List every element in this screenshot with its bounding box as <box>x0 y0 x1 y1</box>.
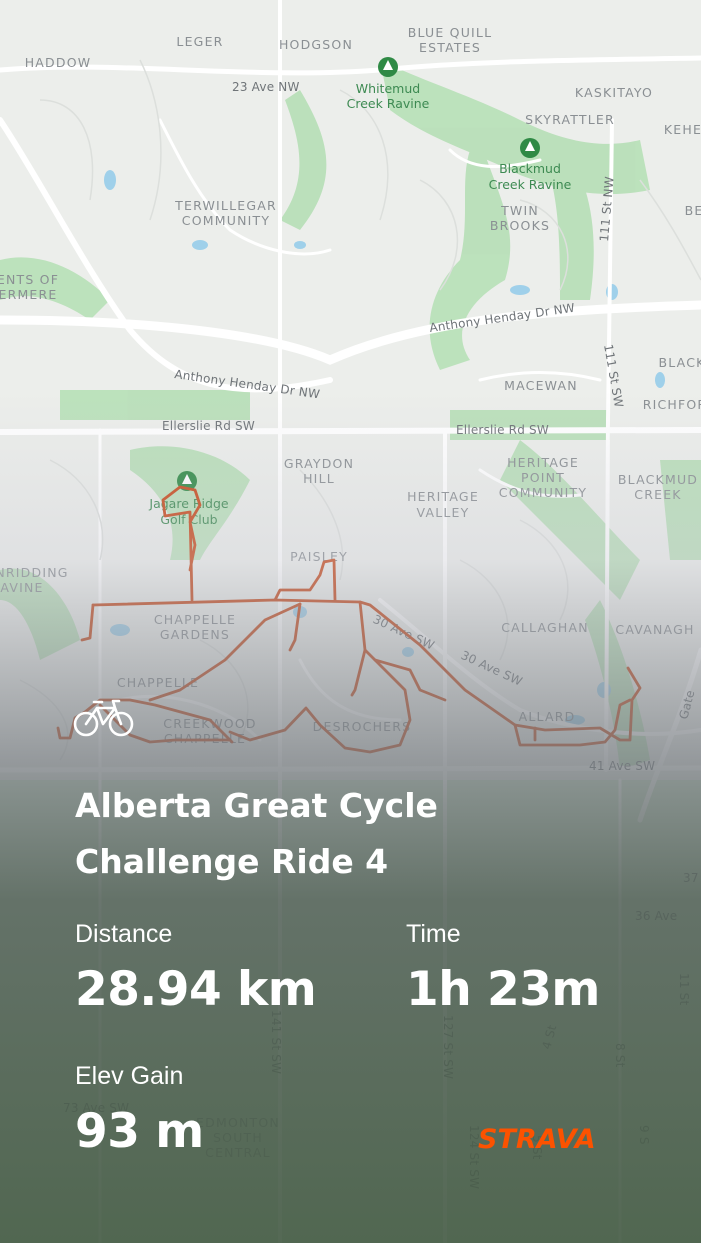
map-label: EDMONTON <box>196 1115 280 1130</box>
time-value: 1h 23m <box>406 962 600 1017</box>
road-label: 11 St <box>677 973 691 1006</box>
map-label: AVINE <box>0 580 43 595</box>
activity-title-line2: Challenge Ride 4 <box>75 842 389 881</box>
map-label: CENTRAL <box>205 1145 271 1160</box>
map-label: MACEWAN <box>504 378 578 393</box>
map-label: POINT <box>521 470 565 485</box>
map-label: COMMUNITY <box>182 213 270 228</box>
map-label: BLACK <box>658 355 701 370</box>
elev-gain-label: Elev Gain <box>75 1062 184 1090</box>
park-label: Blackmud <box>499 161 561 176</box>
map-label: HADDOW <box>25 55 92 70</box>
map-label: HERITAGE <box>507 455 579 470</box>
map-label: ERMERE <box>0 287 58 302</box>
park-label: Creek Ravine <box>489 177 572 192</box>
road-label: 8 St <box>613 1043 627 1068</box>
map-label: SOUTH <box>213 1130 263 1145</box>
map-label: ENTS OF <box>0 272 59 287</box>
road-label: Ellerslie Rd SW <box>456 423 549 437</box>
elev-gain-value: 93 m <box>75 1104 204 1159</box>
park-label: Jagare Ridge <box>148 496 228 511</box>
map-label: SKYRATTLER <box>525 112 615 127</box>
map-label: ESTATES <box>419 40 481 55</box>
map-label: CHAPPELLE <box>154 612 236 627</box>
park-label: Creek Ravine <box>347 96 430 111</box>
time-label: Time <box>406 920 461 948</box>
map-label: ALLARD <box>519 709 576 724</box>
map-label: BLUE QUILL <box>408 25 493 40</box>
map-label: RICHFOR <box>643 397 701 412</box>
route-map: LEGER HODGSON BLUE QUILL ESTATES HADDOW … <box>0 0 701 1243</box>
map-label: TWIN <box>500 203 539 218</box>
map-label: TERWILLEGAR <box>174 198 277 213</box>
map-label: VALLEY <box>417 505 470 520</box>
road-label: 127 St SW <box>441 1015 455 1079</box>
map-label: HODGSON <box>279 37 353 52</box>
activity-title-line1: Alberta Great Cycle <box>75 786 438 825</box>
map-label: NRIDDING <box>0 565 69 580</box>
activity-title: Alberta Great Cycle Challenge Ride 4 <box>75 778 635 890</box>
road-label: 41 Ave SW <box>589 759 655 773</box>
distance-value: 28.94 km <box>75 962 317 1017</box>
road-label: 23 Ave NW <box>232 80 300 94</box>
distance-label: Distance <box>75 920 173 948</box>
map-label: BLACKMUD <box>618 472 698 487</box>
map-label: HERITAGE <box>407 489 479 504</box>
map-label: CHAPPELLE <box>117 675 199 690</box>
map-label: KEHE <box>664 122 701 137</box>
map-label: CALLAGHAN <box>501 620 589 635</box>
map-label: BROOKS <box>490 218 550 233</box>
map-label: PAISLEY <box>290 549 348 564</box>
road-label: 37 <box>683 871 699 885</box>
road-label: 36 Ave <box>635 909 677 923</box>
map-label: GRAYDON <box>284 456 354 471</box>
strava-logo: STRAVA <box>478 1124 596 1155</box>
road-label: 9 S <box>637 1125 651 1145</box>
map-label: BE <box>685 203 701 218</box>
map-label: LEGER <box>176 34 223 49</box>
road-label: 141 St SW <box>269 1010 283 1074</box>
map-label: HILL <box>303 471 335 486</box>
map-label: CREEK <box>634 487 681 502</box>
bicycle-icon <box>73 698 135 738</box>
map-label: CREEKWOOD <box>163 716 256 731</box>
map-label: KASKITAYO <box>575 85 653 100</box>
park-label: Whitemud <box>356 81 420 96</box>
map-label: COMMUNITY <box>499 485 587 500</box>
road-label: Ellerslie Rd SW <box>162 419 255 433</box>
activity-share-card: LEGER HODGSON BLUE QUILL ESTATES HADDOW … <box>0 0 701 1243</box>
map-label: GARDENS <box>160 627 230 642</box>
map-label: CAVANAGH <box>615 622 694 637</box>
